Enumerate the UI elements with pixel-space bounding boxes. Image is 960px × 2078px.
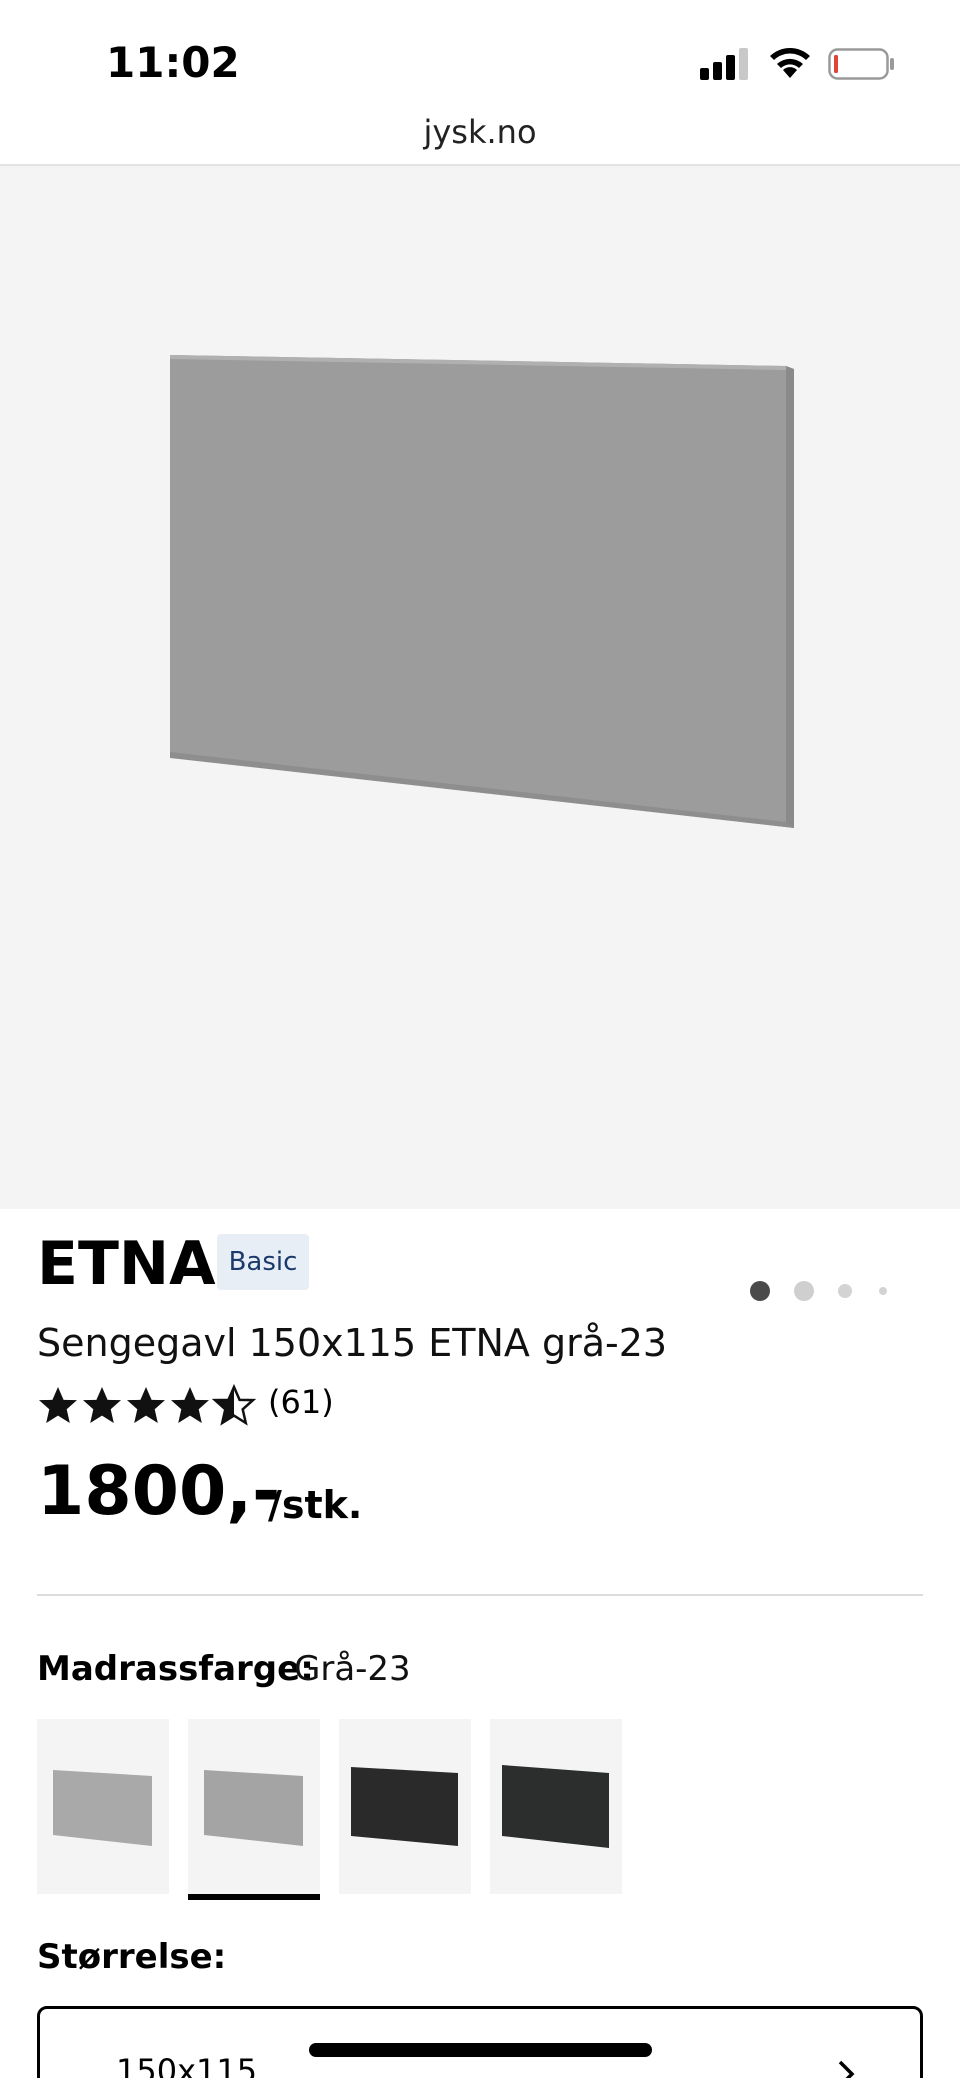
- swatch-image: [53, 1770, 152, 1846]
- status-time: 11:02: [106, 38, 240, 87]
- star-icon: [127, 1387, 165, 1423]
- swatch-image: [204, 1770, 303, 1846]
- gallery-pagination[interactable]: [746, 1279, 896, 1303]
- gallery-dot-3[interactable]: [838, 1284, 852, 1298]
- color-label: Madrassfarge:: [37, 1649, 314, 1689]
- signal-icon: [700, 48, 748, 80]
- product-image-gallery[interactable]: [0, 166, 960, 1301]
- url-bar[interactable]: jysk.no: [0, 112, 960, 166]
- star-icon: [83, 1387, 121, 1423]
- product-price: 1800,-: [37, 1452, 281, 1531]
- headboard-image: [170, 355, 794, 828]
- size-select[interactable]: 150x115: [37, 2006, 923, 2078]
- divider: [37, 1594, 923, 1596]
- gallery-dot-2[interactable]: [794, 1281, 814, 1301]
- size-value: 150x115: [116, 2052, 258, 2078]
- review-count[interactable]: (61): [268, 1380, 334, 1424]
- price-unit: /stk.: [268, 1483, 363, 1527]
- wifi-icon: [770, 48, 810, 78]
- basic-badge: Basic: [217, 1234, 309, 1290]
- color-swatch-3[interactable]: [339, 1719, 471, 1894]
- color-swatch-2[interactable]: [188, 1719, 320, 1900]
- star-icon: [171, 1387, 209, 1423]
- product-name: Sengegavl 150x115 ETNA grå-23: [37, 1321, 668, 1365]
- color-value: Grå-23: [294, 1649, 411, 1689]
- half-star-icon: [213, 1385, 255, 1425]
- gallery-dot-1[interactable]: [750, 1281, 770, 1301]
- star-icon: [39, 1387, 77, 1423]
- color-swatch-4[interactable]: [490, 1719, 622, 1894]
- rating-stars[interactable]: [37, 1384, 259, 1428]
- color-swatch-1[interactable]: [37, 1719, 169, 1894]
- url-text: jysk.no: [423, 113, 537, 151]
- home-indicator: [309, 2043, 652, 2057]
- swatch-image: [502, 1765, 609, 1848]
- status-bar: 11:02: [0, 0, 960, 115]
- chevron-right-icon: [838, 2060, 855, 2078]
- swatch-image: [351, 1767, 458, 1846]
- product-brand: ETNA: [37, 1229, 216, 1299]
- size-label: Størrelse:: [37, 1937, 227, 1977]
- gallery-dot-4[interactable]: [879, 1287, 887, 1295]
- battery-icon: [828, 48, 894, 80]
